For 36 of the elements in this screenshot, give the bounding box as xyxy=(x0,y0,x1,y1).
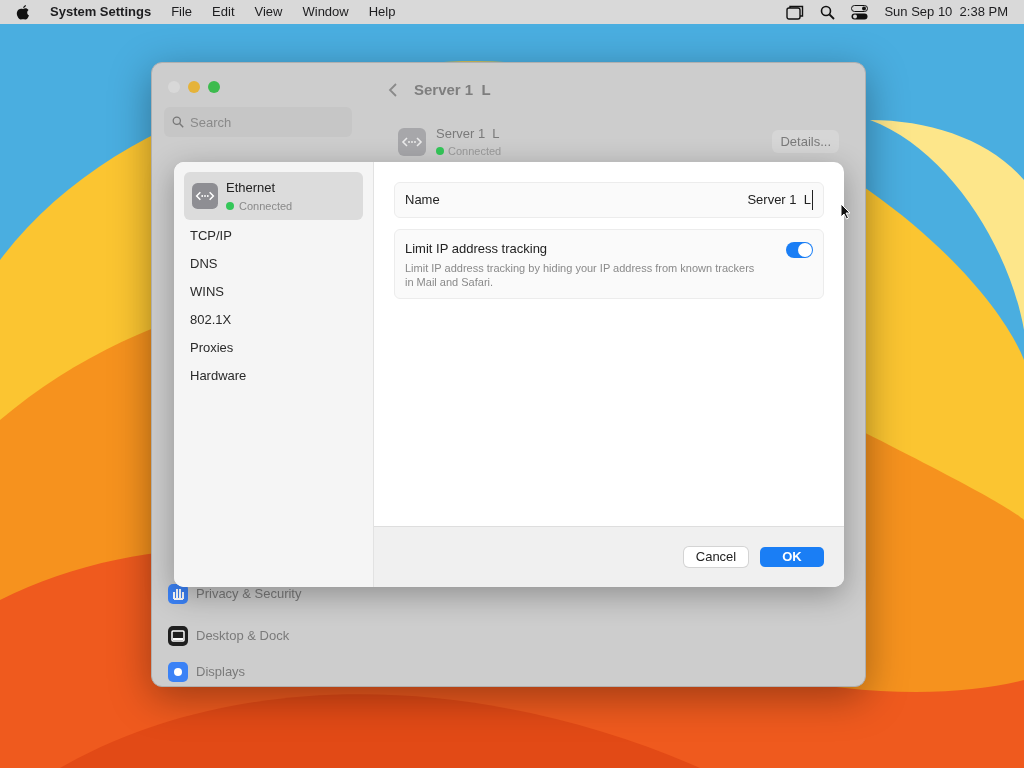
window-title: Server 1 L xyxy=(414,80,491,100)
menu-item[interactable]: View xyxy=(254,2,283,22)
interface-header[interactable]: Ethernet Connected xyxy=(184,172,363,220)
nav-item[interactable]: Hardware xyxy=(184,362,363,390)
ethernet-icon xyxy=(192,183,218,209)
interface-name: Ethernet xyxy=(226,179,277,197)
nav-item[interactable]: DNS xyxy=(184,250,363,278)
nav-item[interactable]: WINS xyxy=(184,278,363,306)
menu-item[interactable]: Edit xyxy=(212,2,235,22)
clock[interactable]: Sun Sep 10 2:38 PM xyxy=(884,2,1008,22)
control-center-icon[interactable] xyxy=(851,4,869,20)
ethernet-icon xyxy=(398,127,426,156)
service-name: Server 1 L xyxy=(436,124,501,143)
search-icon[interactable] xyxy=(820,4,836,20)
windows-icon[interactable] xyxy=(786,4,805,20)
nav-item[interactable]: 802.1X xyxy=(184,306,363,334)
name-value[interactable]: Server 1 L xyxy=(747,190,813,210)
setting-description: Limit IP address tracking by hiding your IP address from known trackers in Mail and Safari. xyxy=(405,260,755,289)
search-field[interactable]: Search xyxy=(164,107,352,137)
dock-icon xyxy=(168,626,188,646)
menu-item[interactable]: Help xyxy=(368,2,396,22)
setting-title: Limit IP address tracking xyxy=(405,240,549,258)
nav-item[interactable]: Proxies xyxy=(184,334,363,362)
nav-item[interactable]: TCP/IP xyxy=(184,222,363,250)
name-label: Name xyxy=(405,191,440,210)
menu-item[interactable]: Window xyxy=(302,2,349,22)
cancel-button[interactable]: Cancel xyxy=(684,547,748,567)
app-menu[interactable]: System Settings xyxy=(50,2,152,22)
sun-icon xyxy=(168,662,188,682)
ok-button[interactable]: OK xyxy=(760,547,824,567)
search-icon xyxy=(172,116,184,128)
toggle-switch[interactable] xyxy=(786,242,813,258)
apple-icon[interactable] xyxy=(16,4,30,20)
status-text: Connected xyxy=(239,198,293,214)
back-icon[interactable] xyxy=(388,82,398,99)
menu-item[interactable]: File xyxy=(171,2,193,22)
